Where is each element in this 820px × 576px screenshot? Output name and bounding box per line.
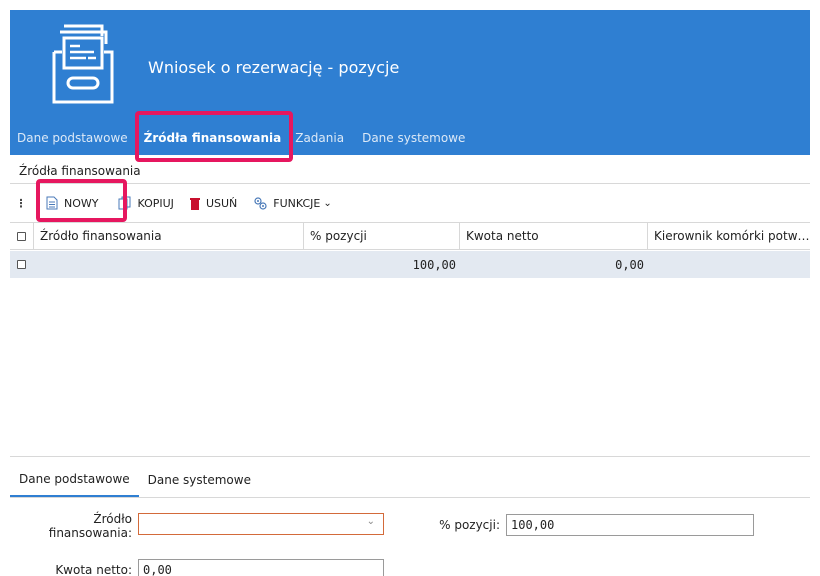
zrodlo-label-line2: finansowania: xyxy=(48,526,132,540)
page-header: Wniosek o rezerwację - pozycje Dane pods… xyxy=(10,10,810,155)
select-all-checkbox[interactable] xyxy=(17,231,26,241)
column-header-kierownik[interactable]: Kierownik komórki potw… xyxy=(648,223,810,249)
grid-header: Źródło finansowania % pozycji Kwota nett… xyxy=(10,222,810,250)
row-checkbox-cell xyxy=(10,251,34,278)
procent-field-label: % pozycji: xyxy=(439,518,500,532)
tab-zadania[interactable]: Zadania xyxy=(288,131,351,145)
section-title: Źródła finansowania xyxy=(19,164,141,178)
column-header-kwota[interactable]: Kwota netto xyxy=(460,223,648,249)
zrodlo-select[interactable]: ⌄ xyxy=(138,513,384,535)
divider xyxy=(10,183,810,184)
kwota-input[interactable]: 0,00 xyxy=(138,559,384,576)
chevron-down-icon: ⌄ xyxy=(366,516,375,527)
cell-kwota: 0,00 xyxy=(615,257,644,272)
procent-input[interactable]: 100,00 xyxy=(506,514,754,536)
divider xyxy=(10,456,810,457)
delete-button[interactable]: USUŃ xyxy=(189,196,238,210)
bottom-tab-dane-podstawowe[interactable]: Dane podstawowe xyxy=(10,462,139,497)
more-menu-icon[interactable]: ⋮ xyxy=(10,197,32,210)
cell-zrodlo xyxy=(34,251,304,278)
delete-button-label: USUŃ xyxy=(205,196,238,210)
gears-icon xyxy=(253,196,267,210)
column-header-procent[interactable]: % pozycji xyxy=(304,223,460,249)
bottom-tabs: Dane podstawowe Dane systemowe xyxy=(10,462,810,498)
highlight-box-tab xyxy=(135,111,293,162)
cell-procent: 100,00 xyxy=(412,257,456,272)
cell-kierownik xyxy=(648,251,810,278)
highlight-box-new xyxy=(36,179,127,222)
tab-dane-podstawowe[interactable]: Dane podstawowe xyxy=(10,131,135,145)
trash-icon xyxy=(189,197,200,210)
tab-dane-systemowe[interactable]: Dane systemowe xyxy=(355,131,472,145)
chevron-down-icon: ⌄ xyxy=(323,197,332,209)
zrodlo-field-label: Źródło finansowania: xyxy=(40,512,132,540)
functions-button[interactable]: FUNKCJE ⌄ xyxy=(253,196,332,210)
zrodlo-label-line1: Źródło xyxy=(93,512,132,526)
row-checkbox[interactable] xyxy=(17,260,26,269)
kwota-field-label: Kwota netto: xyxy=(55,563,132,576)
page-title: Wniosek o rezerwację - pozycje xyxy=(148,58,400,77)
column-header-zrodlo[interactable]: Źródło finansowania xyxy=(34,223,304,249)
table-row[interactable]: 100,00 0,00 xyxy=(10,251,810,278)
copy-button-label: KOPIUJ xyxy=(137,196,174,210)
toolbar: ⋮ NOWY KOPIUJ USUŃ FUNKCJE ⌄ xyxy=(10,188,810,218)
bottom-tab-dane-systemowe[interactable]: Dane systemowe xyxy=(139,462,260,497)
file-cabinet-icon xyxy=(52,24,114,104)
select-all-cell xyxy=(10,223,34,249)
functions-button-label: FUNKCJE xyxy=(273,196,321,210)
